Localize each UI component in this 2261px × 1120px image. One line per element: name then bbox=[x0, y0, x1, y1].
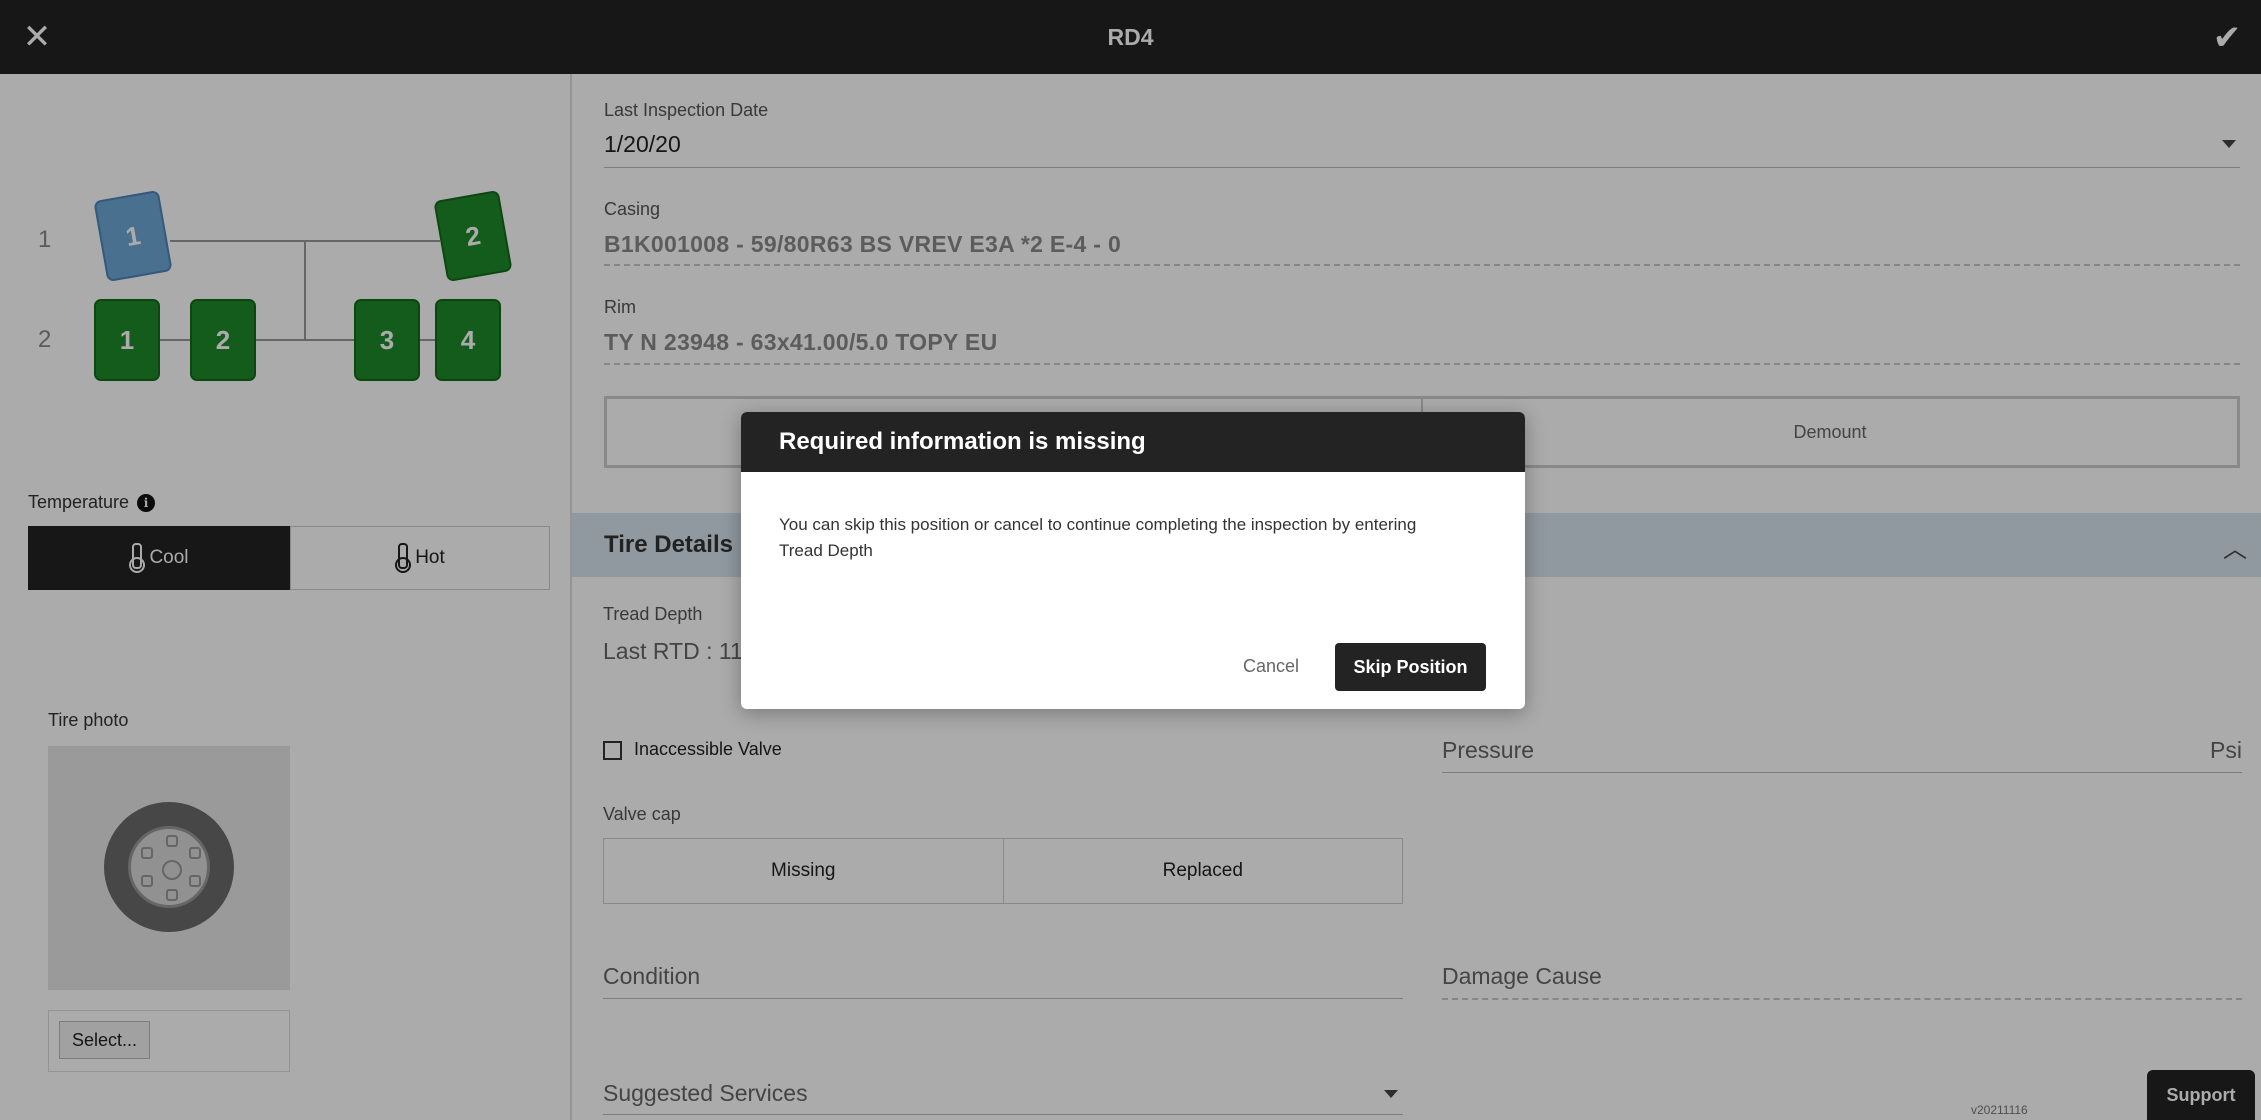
required-info-dialog: Required information is missing You can … bbox=[741, 412, 1525, 709]
dialog-message-line1: You can skip this position or cancel to … bbox=[779, 515, 1417, 534]
dialog-message: You can skip this position or cancel to … bbox=[779, 512, 1499, 564]
dialog-message-line2: Tread Depth bbox=[779, 541, 873, 560]
cancel-button[interactable]: Cancel bbox=[1201, 643, 1341, 689]
skip-position-button[interactable]: Skip Position bbox=[1335, 643, 1486, 691]
dialog-title: Required information is missing bbox=[741, 412, 1525, 472]
